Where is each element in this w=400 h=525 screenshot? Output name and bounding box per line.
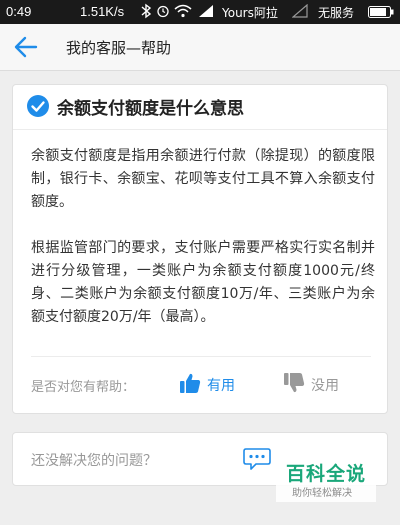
divider	[31, 356, 371, 357]
divider	[13, 129, 387, 130]
status-bar: 0:49 1.51K/s Yours阿拉 无服务	[0, 0, 400, 24]
watermark-title: 百科全说	[286, 463, 367, 485]
thumbs-down-icon	[284, 373, 305, 393]
status-time: 0:49	[6, 4, 32, 19]
article-body: 余额支付额度是指用余额进行付款（除提现）的额度限制，银行卡、余额宝、花呗等支付工…	[31, 145, 375, 329]
helpful-question: 是否对您有帮助：	[31, 380, 136, 395]
watermark-subtitle: 助你轻松解决	[292, 488, 352, 499]
bluetooth-icon	[141, 3, 152, 19]
wifi-icon	[174, 4, 192, 18]
nav-bar: 我的客服—帮助	[0, 24, 400, 71]
thumbs-up-icon	[180, 373, 201, 393]
check-circle-icon	[27, 95, 49, 117]
helpful-yes-label: 有用	[207, 378, 235, 394]
chat-bubble-icon[interactable]	[243, 447, 271, 471]
article-card: 余额支付额度是什么意思 余额支付额度是指用余额进行付款（除提现）的额度限制，银行…	[12, 84, 388, 414]
watermark: 百科全说 助你轻松解决	[276, 456, 376, 502]
article-paragraph: 根据监管部门的要求，支付账户需要严格实行实名制并进行分级管理，一类账户为余额支付…	[31, 240, 375, 325]
carrier-name: Yours阿拉	[222, 6, 278, 20]
network-speed: 1.51K/s	[80, 4, 125, 19]
helpful-no-label: 没用	[311, 378, 339, 394]
battery-icon	[368, 6, 394, 18]
signal-icon	[292, 4, 308, 18]
carrier-status: 无服务	[318, 6, 355, 20]
page-title: 我的客服—帮助	[66, 39, 172, 57]
article-paragraph: 余额支付额度是指用余额进行付款（除提现）的额度限制，银行卡、余额宝、花呗等支付工…	[31, 148, 375, 210]
signal-icon	[199, 5, 213, 17]
unresolved-question: 还没解决您的问题？	[31, 453, 157, 469]
back-arrow-icon[interactable]	[14, 36, 38, 58]
article-title: 余额支付额度是什么意思	[57, 99, 244, 119]
alarm-icon	[157, 5, 169, 18]
